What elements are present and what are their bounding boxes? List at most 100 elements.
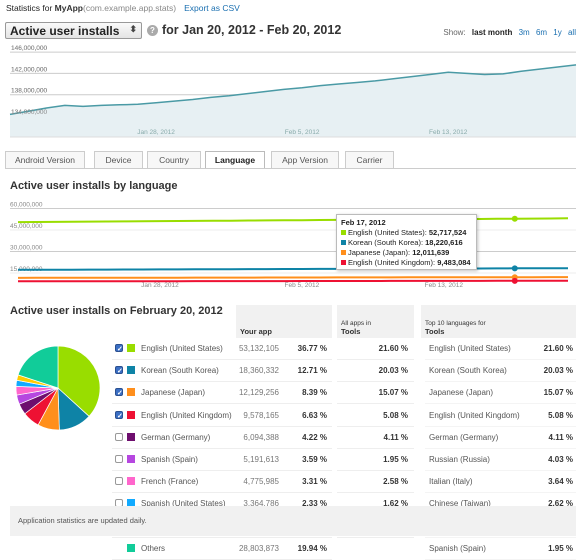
tab-android-version[interactable]: Android Version: [5, 151, 85, 168]
tab-language[interactable]: Language: [205, 151, 265, 169]
legend-swatch: [341, 240, 346, 245]
tooltip-value: 52,717,524: [428, 228, 467, 237]
top10-language: Russian (Russia): [429, 455, 490, 464]
install-count: 9,578,165: [243, 411, 279, 420]
tooltip-label: Korean (South Korea):: [348, 238, 424, 247]
area-fill: [10, 64, 576, 137]
x-tick-label: Jan 28, 2012: [141, 282, 179, 289]
tooltip-item: Japanese (Japan): 12,011,639: [341, 248, 472, 258]
x-tick-label: Feb 5, 2012: [285, 129, 320, 136]
top10-row: Japanese (Japan) 15.07 %: [425, 382, 576, 404]
language-name: English (United Kingdom): [141, 411, 232, 420]
range-selector: Show: last month 3m 6m 1y all: [439, 28, 576, 37]
color-swatch: [127, 455, 135, 463]
all-apps-cell: 15.07 %: [337, 382, 414, 404]
series-checkbox[interactable]: [115, 433, 123, 441]
x-tick-label: Feb 5, 2012: [285, 282, 320, 289]
page-header: Statistics for MyApp(com.example.app.sta…: [6, 3, 240, 13]
col-top10-line2: Tools: [425, 327, 445, 336]
highlight-point: [511, 265, 518, 272]
y-tick-label: 30,000,000: [10, 245, 43, 252]
tab-country[interactable]: Country: [147, 151, 201, 168]
all-apps-cell: 20.03 %: [337, 360, 414, 382]
language-name: English (United States): [141, 344, 223, 353]
series-line: [17, 276, 568, 279]
range-last-month[interactable]: last month: [472, 28, 512, 37]
tab-device[interactable]: Device: [94, 151, 143, 168]
install-percent: 8.39 %: [302, 388, 327, 397]
install-percent: 3.59 %: [302, 455, 327, 464]
range-all[interactable]: all: [568, 28, 576, 37]
app-name: MyApp: [54, 3, 83, 13]
all-apps-percent: 21.60 %: [378, 344, 408, 353]
all-apps-cell: 1.95 %: [337, 449, 414, 471]
series-checkbox[interactable]: [115, 339, 123, 360]
table-row: Korean (South Korea) 18,360,332 12.71 %: [112, 360, 332, 382]
y-tick-label: 45,000,000: [10, 223, 43, 230]
language-pie-chart: [15, 345, 101, 431]
top10-row: Russian (Russia) 4.03 %: [425, 449, 576, 471]
top10-row: English (United Kingdom) 5.08 %: [425, 405, 576, 427]
metric-select[interactable]: Active user installs ⬍: [5, 22, 142, 39]
top10-percent: 20.03 %: [543, 366, 573, 375]
color-swatch: [127, 433, 135, 441]
legend-swatch: [341, 230, 346, 235]
tooltip-label: Japanese (Japan):: [348, 248, 411, 257]
all-apps-percent: 15.07 %: [378, 388, 408, 397]
chart-tooltip: Feb 17, 2012 English (United States): 52…: [336, 214, 477, 270]
language-name: Korean (South Korea): [141, 366, 219, 375]
install-percent: 6.63 %: [302, 411, 327, 420]
top10-row: Italian (Italy) 3.64 %: [425, 471, 576, 493]
tooltip-value: 9,483,084: [437, 258, 471, 267]
tab-app-version[interactable]: App Version: [271, 151, 339, 168]
range-6m[interactable]: 6m: [536, 28, 547, 37]
tooltip-value: 18,220,616: [425, 238, 463, 247]
install-percent: 36.77 %: [297, 344, 327, 353]
table-row: Others 28,803,873 19.94 %: [112, 538, 332, 560]
date-range: for Jan 20, 2012 - Feb 20, 2012: [162, 23, 342, 37]
y-tick-label: 134,000,000: [11, 109, 48, 116]
range-3m[interactable]: 3m: [519, 28, 530, 37]
all-apps-cell: 21.60 %: [337, 338, 414, 360]
series-checkbox[interactable]: [115, 455, 123, 463]
top10-row: Spanish (Spain) 1.95 %: [425, 538, 576, 560]
col-all-apps-line2: Tools: [341, 327, 361, 336]
language-chart-title: Active user installs by language: [10, 180, 178, 192]
color-swatch: [127, 411, 135, 419]
all-apps-cell: 2.58 %: [337, 471, 414, 493]
tooltip-label: English (United Kingdom):: [348, 258, 436, 267]
range-1y[interactable]: 1y: [553, 28, 561, 37]
footer-note: Application statistics are updated daily…: [10, 506, 576, 536]
install-percent: 12.71 %: [297, 366, 327, 375]
all-apps-cell: 5.08 %: [337, 405, 414, 427]
install-count: 53,132,105: [238, 344, 279, 353]
top10-percent: 15.07 %: [543, 388, 573, 397]
installs-overview-chart[interactable]: 134,000,000 138,000,000 142,000,000 146,000…: [0, 44, 580, 144]
top10-percent: 4.03 %: [548, 455, 573, 464]
col-all-apps-line1: All apps in: [341, 320, 371, 327]
language-name: Japanese (Japan): [141, 388, 206, 397]
table-row: French (France) 4,775,985 3.31 %: [112, 471, 332, 493]
export-csv-link[interactable]: Export as CSV: [184, 3, 240, 13]
series-checkbox[interactable]: [115, 383, 123, 404]
tab-carrier[interactable]: Carrier: [345, 151, 394, 168]
legend-swatch: [341, 250, 346, 255]
col-your-app-header: Your app: [236, 305, 332, 338]
top10-row: Korean (South Korea) 20.03 %: [425, 360, 576, 382]
help-icon[interactable]: ?: [147, 25, 158, 36]
top10-language: Spanish (Spain): [429, 544, 486, 553]
table-row: Spanish (Spain) 5,191,613 3.59 %: [112, 449, 332, 471]
series-checkbox[interactable]: [115, 406, 123, 427]
y-tick-label: 146,000,000: [11, 45, 48, 52]
tooltip-item: English (United Kingdom): 9,483,084: [341, 258, 472, 268]
top10-row: German (Germany) 4.11 %: [425, 427, 576, 449]
all-apps-percent: 1.95 %: [383, 455, 408, 464]
top10-percent: 5.08 %: [548, 411, 573, 420]
table-row: German (Germany) 6,094,388 4.22 %: [112, 427, 332, 449]
install-count: 6,094,388: [243, 433, 279, 442]
series-checkbox[interactable]: [115, 361, 123, 382]
series-checkbox[interactable]: [115, 477, 123, 485]
language-line-chart[interactable]: 15,000,00030,000,00045,000,00060,000,000…: [0, 200, 580, 295]
highlight-point: [511, 277, 518, 284]
install-count: 18,360,332: [238, 366, 279, 375]
